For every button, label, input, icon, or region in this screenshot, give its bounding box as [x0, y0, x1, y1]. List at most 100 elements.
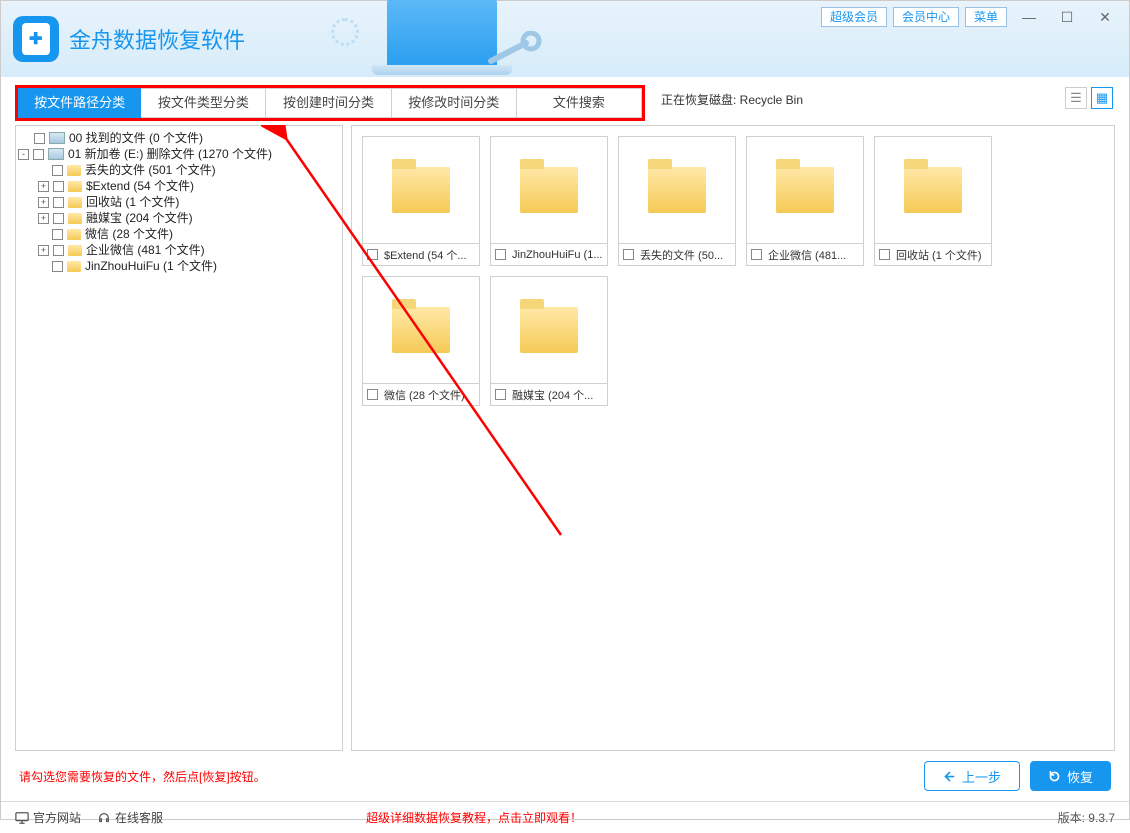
card-checkbox[interactable]	[367, 249, 378, 260]
card-checkbox[interactable]	[879, 249, 890, 260]
folder-card[interactable]: JinZhouHuiFu (1...	[490, 136, 608, 266]
tree-node-wechat[interactable]: 微信 (28 个文件)	[18, 226, 340, 242]
folder-icon	[67, 261, 81, 272]
tab-by-path[interactable]: 按文件路径分类	[18, 88, 141, 118]
official-site-link[interactable]: 官方网站	[15, 809, 81, 826]
category-tabs: 按文件路径分类 按文件类型分类 按创建时间分类 按修改时间分类 文件搜索	[15, 85, 645, 121]
scan-status: 正在恢复磁盘: Recycle Bin	[661, 91, 803, 108]
list-view-toggle[interactable]: ☰	[1065, 87, 1087, 109]
tab-by-created[interactable]: 按创建时间分类	[266, 88, 391, 118]
folder-icon	[68, 245, 82, 256]
disk-icon	[49, 132, 65, 144]
folder-icon	[67, 165, 81, 176]
folder-card[interactable]: $Extend (54 个...	[362, 136, 480, 266]
folder-icon	[68, 197, 82, 208]
folder-icon	[67, 229, 81, 240]
card-checkbox[interactable]	[367, 389, 378, 400]
support-link[interactable]: 在线客服	[97, 809, 163, 826]
folder-icon	[68, 213, 82, 224]
tab-file-search[interactable]: 文件搜索	[517, 88, 642, 118]
tree-label: 融媒宝 (204 个文件)	[86, 210, 193, 226]
app-header: 金舟数据恢复软件 超级会员 会员中心 菜单 — ☐ ✕	[1, 1, 1129, 77]
back-arrow-icon	[943, 770, 956, 783]
hint-bar: 请勾选您需要恢复的文件，然后点[恢复]按钮。 上一步 恢复	[1, 751, 1129, 801]
folder-card[interactable]: 丢失的文件 (50...	[618, 136, 736, 266]
header-buttons: 超级会员 会员中心 菜单 — ☐ ✕	[821, 7, 1121, 27]
card-label: $Extend (54 个...	[384, 247, 467, 263]
folder-icon	[904, 167, 962, 213]
card-label: 丢失的文件 (50...	[640, 247, 723, 263]
recover-label: 恢复	[1067, 767, 1093, 786]
collapse-icon[interactable]: -	[18, 149, 29, 160]
tree-node-recycle[interactable]: + 回收站 (1 个文件)	[18, 194, 340, 210]
member-center-button[interactable]: 会员中心	[893, 7, 959, 27]
card-checkbox[interactable]	[751, 249, 762, 260]
prev-label: 上一步	[962, 767, 1001, 786]
card-checkbox[interactable]	[495, 249, 506, 260]
support-label: 在线客服	[115, 809, 163, 826]
card-checkbox[interactable]	[623, 249, 634, 260]
logo-block: 金舟数据恢复软件	[13, 16, 245, 62]
folder-card[interactable]: 回收站 (1 个文件)	[874, 136, 992, 266]
tree-node-rongmeibao[interactable]: + 融媒宝 (204 个文件)	[18, 210, 340, 226]
folder-icon	[392, 307, 450, 353]
vip-button[interactable]: 超级会员	[821, 7, 887, 27]
folder-icon	[520, 307, 578, 353]
folder-icon	[648, 167, 706, 213]
tab-by-type[interactable]: 按文件类型分类	[141, 88, 266, 118]
tree-node-extend[interactable]: + $Extend (54 个文件)	[18, 178, 340, 194]
site-label: 官方网站	[33, 809, 81, 826]
footer: 官方网站 在线客服 超级详细数据恢复教程，点击立即观看！ 版本: 9.3.7	[1, 801, 1129, 833]
card-label: 微信 (28 个文件)	[384, 387, 465, 403]
folder-tree[interactable]: 00 找到的文件 (0 个文件) - 01 新加卷 (E:) 删除文件 (1270…	[15, 125, 343, 751]
expand-icon[interactable]: +	[38, 181, 49, 192]
expand-icon[interactable]: +	[38, 197, 49, 208]
grid-view-toggle[interactable]: ▦	[1091, 87, 1113, 109]
card-checkbox[interactable]	[495, 389, 506, 400]
folder-icon	[392, 167, 450, 213]
monitor-icon	[15, 811, 29, 825]
content-grid: $Extend (54 个... JinZhouHuiFu (1... 丢失的文…	[351, 125, 1115, 751]
maximize-button[interactable]: ☐	[1051, 7, 1083, 27]
prev-button[interactable]: 上一步	[924, 761, 1020, 791]
tutorial-link[interactable]: 超级详细数据恢复教程，点击立即观看！	[366, 809, 582, 826]
folder-card[interactable]: 融媒宝 (204 个...	[490, 276, 608, 406]
folder-icon	[68, 181, 82, 192]
app-logo-icon	[13, 16, 59, 62]
tree-label: 企业微信 (481 个文件)	[86, 242, 205, 258]
minimize-button[interactable]: —	[1013, 7, 1045, 27]
recover-button[interactable]: 恢复	[1030, 761, 1111, 791]
tree-label: 回收站 (1 个文件)	[86, 194, 179, 210]
close-button[interactable]: ✕	[1089, 7, 1121, 27]
tree-label: 微信 (28 个文件)	[85, 226, 173, 242]
expand-icon[interactable]: +	[38, 245, 49, 256]
tree-label: 丢失的文件 (501 个文件)	[85, 162, 216, 178]
tree-node-root0[interactable]: 00 找到的文件 (0 个文件)	[18, 130, 340, 146]
menu-button[interactable]: 菜单	[965, 7, 1007, 27]
gear-icon	[331, 18, 359, 46]
main-area: 00 找到的文件 (0 个文件) - 01 新加卷 (E:) 删除文件 (1270…	[1, 121, 1129, 751]
tree-node-root1[interactable]: - 01 新加卷 (E:) 删除文件 (1270 个文件)	[18, 146, 340, 162]
tree-node-jinzhou[interactable]: JinZhouHuiFu (1 个文件)	[18, 258, 340, 274]
tree-label: 01 新加卷 (E:) 删除文件 (1270 个文件)	[68, 146, 272, 162]
refresh-icon	[1048, 770, 1061, 783]
card-label: 回收站 (1 个文件)	[896, 247, 982, 263]
tree-node-ent-wechat[interactable]: + 企业微信 (481 个文件)	[18, 242, 340, 258]
tree-label: $Extend (54 个文件)	[86, 178, 194, 194]
tab-bar-area: 按文件路径分类 按文件类型分类 按创建时间分类 按修改时间分类 文件搜索 正在恢…	[1, 77, 1129, 121]
folder-card[interactable]: 企业微信 (481...	[746, 136, 864, 266]
tree-label: JinZhouHuiFu (1 个文件)	[85, 258, 217, 274]
tree-label: 00 找到的文件 (0 个文件)	[69, 130, 203, 146]
folder-card[interactable]: 微信 (28 个文件)	[362, 276, 480, 406]
card-label: 融媒宝 (204 个...	[512, 387, 593, 403]
tab-by-modified[interactable]: 按修改时间分类	[392, 88, 517, 118]
headset-icon	[97, 811, 111, 825]
version-label: 版本: 9.3.7	[1058, 809, 1115, 826]
expand-icon[interactable]: +	[38, 213, 49, 224]
card-label: 企业微信 (481...	[768, 247, 846, 263]
card-label: JinZhouHuiFu (1...	[512, 249, 602, 261]
header-decoration	[331, 0, 497, 67]
tree-node-lost[interactable]: 丢失的文件 (501 个文件)	[18, 162, 340, 178]
app-title: 金舟数据恢复软件	[69, 23, 245, 55]
hint-text: 请勾选您需要恢复的文件，然后点[恢复]按钮。	[19, 768, 266, 785]
